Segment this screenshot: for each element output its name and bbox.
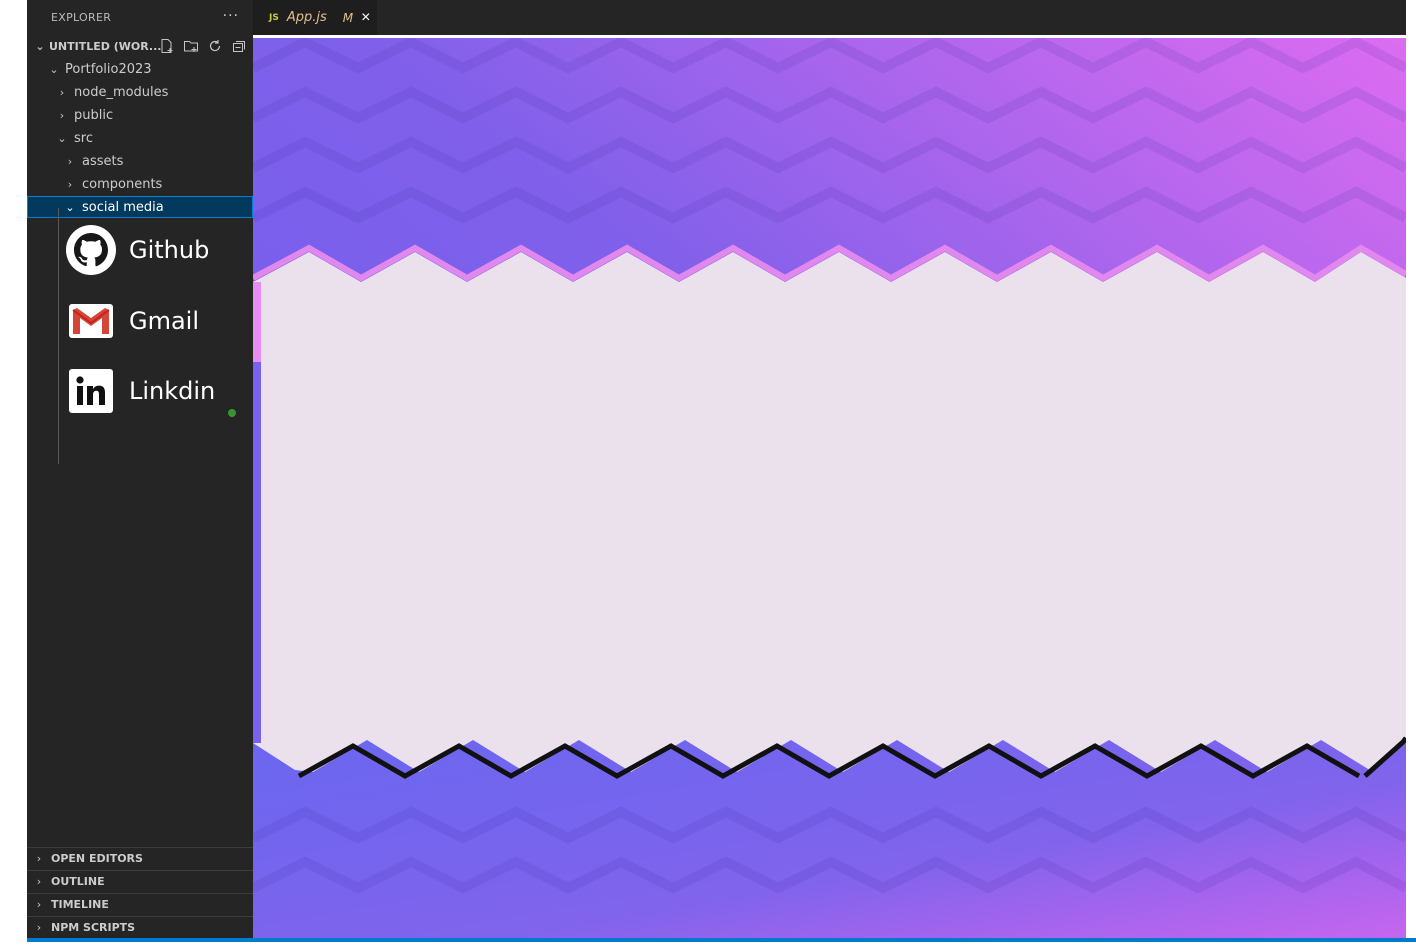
editor-tab-bar: JS App.js M × (253, 0, 1406, 35)
chevron-right-icon: › (36, 875, 42, 888)
social-link-github[interactable]: Github (65, 224, 253, 276)
tree-label: node_modules (74, 84, 169, 100)
explorer-header: EXPLORER ··· (27, 0, 253, 34)
social-label: Gmail (129, 307, 200, 335)
tree-label: assets (82, 153, 124, 169)
modified-indicator: M (342, 10, 354, 25)
chevron-right-icon: › (36, 921, 42, 934)
section-timeline[interactable]: › TIMELINE (27, 893, 253, 915)
tab-app-js[interactable]: JS App.js M × (253, 0, 377, 35)
window-left-margin (0, 0, 27, 950)
tree-folder-src[interactable]: ⌄ src (27, 127, 253, 149)
chevron-right-icon: › (59, 85, 65, 99)
gradient-bottom (253, 738, 1406, 938)
chevron-right-icon: › (67, 154, 73, 168)
new-file-icon[interactable] (159, 38, 175, 54)
chevron-down-icon: ⌄ (65, 200, 75, 214)
preview-canvas (253, 38, 1406, 938)
social-label: Linkdin (129, 377, 216, 405)
explorer-sidebar: EXPLORER ··· ⌄ UNTITLED (WOR... ⌄ Portfo… (27, 0, 253, 938)
chevron-right-icon: › (36, 898, 42, 911)
tree-label: social media (82, 199, 164, 215)
tree-folder-social-media[interactable]: ⌄ social media (27, 196, 253, 218)
section-npm-scripts[interactable]: › NPM SCRIPTS (27, 916, 253, 938)
indent-guide (58, 208, 59, 464)
panel-left-edge (253, 362, 261, 743)
chevron-right-icon: › (59, 108, 65, 122)
status-bar (27, 938, 1416, 942)
tree-folder-components[interactable]: › components (27, 173, 253, 195)
close-icon[interactable]: × (361, 9, 370, 27)
section-label: NPM SCRIPTS (51, 921, 136, 934)
refresh-icon[interactable] (207, 38, 223, 54)
tree-label: public (74, 107, 114, 123)
tree-label: components (82, 176, 163, 192)
workspace-label: UNTITLED (WOR... (49, 39, 162, 53)
javascript-file-icon: JS (269, 12, 279, 23)
more-actions-icon[interactable]: ··· (223, 8, 239, 24)
tree-folder-node-modules[interactable]: › node_modules (27, 81, 253, 103)
new-folder-icon[interactable] (183, 38, 199, 54)
social-label: Github (129, 236, 210, 264)
gmail-icon (65, 295, 117, 347)
tree-folder-assets[interactable]: › assets (27, 150, 253, 172)
social-link-gmail[interactable]: Gmail (65, 295, 253, 347)
content-panel (253, 252, 1406, 772)
section-outline[interactable]: › OUTLINE (27, 870, 253, 892)
zigzag-background (253, 38, 1406, 938)
social-link-linkedin[interactable]: Linkdin (65, 365, 253, 417)
workspace-folder[interactable]: ⌄ UNTITLED (WOR... (27, 35, 253, 57)
status-dot (228, 409, 236, 417)
tree-folder-public[interactable]: › public (27, 104, 253, 126)
chevron-right-icon: › (36, 852, 42, 865)
tree-folder-portfolio2023[interactable]: ⌄ Portfolio2023 (27, 58, 253, 80)
section-label: TIMELINE (51, 898, 109, 911)
chevron-right-icon: › (67, 177, 73, 191)
linkedin-icon (65, 365, 117, 417)
explorer-title: EXPLORER (51, 10, 112, 24)
chevron-down-icon: ⌄ (35, 39, 45, 53)
tree-label: src (74, 130, 93, 146)
chevron-down-icon: ⌄ (49, 62, 59, 76)
chevron-down-icon: ⌄ (57, 131, 67, 145)
section-label: OPEN EDITORS (51, 852, 143, 865)
section-label: OUTLINE (51, 875, 105, 888)
tab-filename: App.js (286, 10, 327, 25)
section-open-editors[interactable]: › OPEN EDITORS (27, 847, 253, 869)
panel-left-accent (253, 282, 261, 362)
tree-label: Portfolio2023 (65, 61, 152, 77)
collapse-all-icon[interactable] (231, 38, 247, 54)
github-icon (65, 224, 117, 276)
